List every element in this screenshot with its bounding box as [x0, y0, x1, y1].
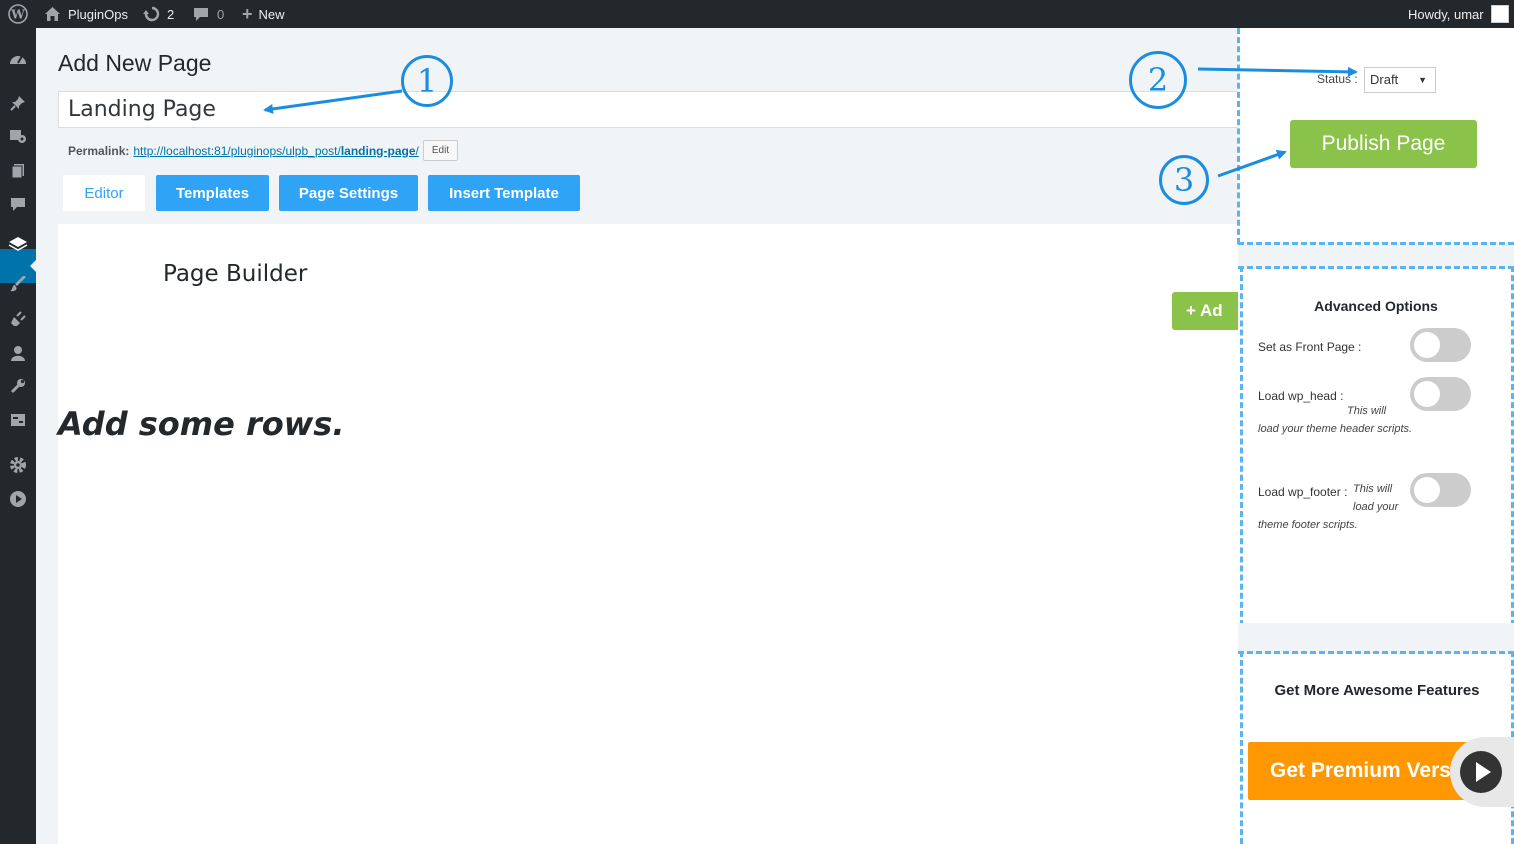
- page-builder-title: Page Builder: [163, 261, 308, 287]
- wp-footer-toggle[interactable]: [1410, 473, 1471, 507]
- permalink-label: Permalink:: [68, 143, 130, 158]
- front-page-toggle[interactable]: [1410, 328, 1471, 362]
- svg-text:W: W: [10, 8, 25, 22]
- comments-menu-icon[interactable]: [8, 194, 28, 214]
- permalink-base: http://localhost:81/pluginops/ulpb_post/: [133, 143, 341, 158]
- wp-head-label: Load wp_head :: [1258, 389, 1344, 403]
- front-page-label: Set as Front Page :: [1258, 340, 1362, 354]
- annotation-marker-1: 1: [401, 55, 453, 107]
- updates-count: 2: [167, 6, 175, 22]
- new-content-link[interactable]: + New: [242, 0, 285, 28]
- tools-icon[interactable]: [8, 376, 28, 396]
- users-icon[interactable]: [8, 343, 28, 363]
- wp-footer-note-3: theme footer scripts.: [1258, 519, 1358, 531]
- home-icon: [44, 6, 61, 22]
- comments-link[interactable]: 0: [193, 0, 224, 28]
- pages-icon[interactable]: [8, 161, 28, 181]
- tab-page-settings[interactable]: Page Settings: [279, 175, 418, 211]
- permalink-edit-button[interactable]: Edit: [422, 140, 459, 161]
- site-name-link[interactable]: PluginOps: [44, 0, 128, 28]
- status-select[interactable]: Draft ▼: [1364, 67, 1436, 93]
- tab-insert-template[interactable]: Insert Template: [428, 175, 580, 211]
- annotation-marker-3: 3: [1159, 155, 1209, 205]
- advanced-options-box: [1240, 266, 1514, 626]
- comment-icon: [193, 6, 209, 22]
- wp-head-toggle[interactable]: [1410, 377, 1471, 411]
- permalink-row: Permalink: http://localhost:81/pluginops…: [68, 140, 459, 161]
- my-account-link[interactable]: Howdy, umar: [1408, 0, 1509, 28]
- media-icon[interactable]: [8, 126, 28, 146]
- wordpress-logo-icon[interactable]: W: [8, 0, 28, 28]
- video-play-button[interactable]: [1450, 737, 1514, 807]
- permalink-trailing: /: [415, 143, 419, 158]
- wp-footer-note-2: load your: [1353, 501, 1399, 513]
- panel-divider: [1238, 623, 1514, 654]
- main-content: Add New Page Landing Page Permalink: htt…: [36, 28, 1238, 844]
- settings-icon[interactable]: [8, 410, 28, 430]
- annotation-marker-2: 2: [1129, 51, 1187, 109]
- title-input[interactable]: Landing Page: [58, 91, 1238, 128]
- play-icon: [1460, 751, 1502, 793]
- gear-icon[interactable]: [8, 455, 28, 475]
- site-name: PluginOps: [68, 6, 128, 22]
- add-row-button[interactable]: + Ad: [1172, 292, 1238, 330]
- status-label: Status :: [1317, 72, 1358, 86]
- publish-page-button[interactable]: Publish Page: [1290, 120, 1477, 168]
- admin-menu: [0, 28, 36, 844]
- panel-divider: [1238, 242, 1514, 269]
- appearance-icon[interactable]: [8, 274, 28, 294]
- pluginops-icon[interactable]: [8, 234, 28, 254]
- wp-footer-label: Load wp_footer :: [1258, 485, 1348, 499]
- tab-templates[interactable]: Templates: [156, 175, 269, 211]
- dashboard-icon[interactable]: [8, 48, 28, 68]
- page-builder-area: Page Builder + Ad Add some rows.: [58, 224, 1238, 844]
- toggle-knob: [1414, 332, 1440, 358]
- permalink-link[interactable]: http://localhost:81/pluginops/ulpb_post/…: [133, 144, 419, 158]
- permalink-slug: landing-page: [340, 143, 416, 158]
- wp-head-note-1: This will: [1347, 405, 1387, 417]
- features-title: Get More Awesome Features: [1274, 682, 1480, 699]
- tab-editor[interactable]: Editor: [63, 175, 145, 211]
- plus-icon: +: [242, 3, 253, 24]
- wp-head-note-2: load your theme header scripts.: [1258, 423, 1413, 435]
- toggle-knob: [1414, 477, 1440, 503]
- admin-bar: W PluginOps 2 0 + New Howdy, umar: [0, 0, 1514, 28]
- avatar: [1490, 5, 1509, 23]
- howdy-text: Howdy, umar: [1408, 6, 1484, 22]
- comments-count: 0: [217, 6, 225, 22]
- plugins-icon[interactable]: [8, 309, 28, 329]
- pin-icon[interactable]: [8, 93, 28, 113]
- wp-footer-note-1: This will: [1353, 483, 1393, 495]
- updates-icon: [143, 6, 161, 22]
- updates-link[interactable]: 2: [143, 0, 174, 28]
- status-value: Draft: [1370, 72, 1399, 87]
- caret-down-icon: ▼: [1418, 75, 1427, 85]
- toggle-knob: [1414, 381, 1440, 407]
- advanced-options-title: Advanced Options: [1314, 298, 1438, 314]
- page-title: Add New Page: [58, 50, 212, 76]
- panel-divider: [1237, 28, 1240, 244]
- play-icon[interactable]: [8, 489, 28, 509]
- empty-rows-message: Add some rows.: [58, 405, 345, 443]
- new-label: New: [258, 6, 285, 22]
